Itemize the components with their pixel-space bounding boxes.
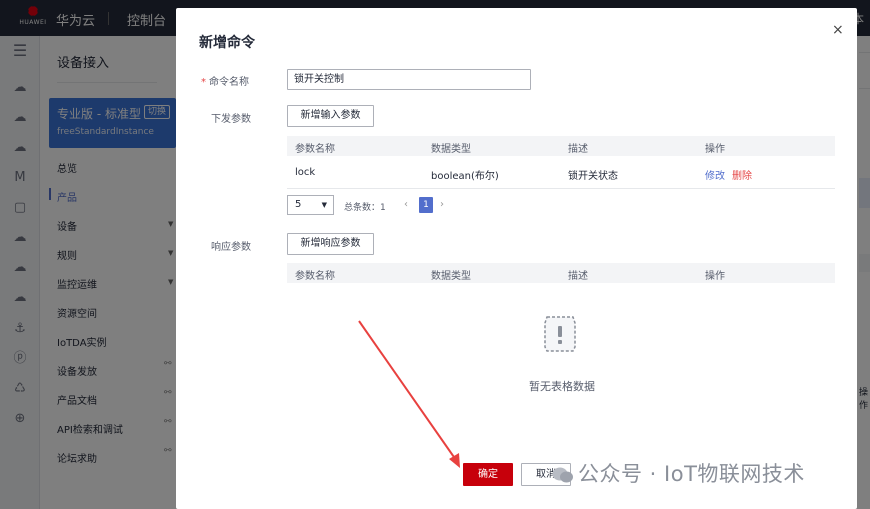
- column-header: 描述: [568, 271, 588, 282]
- data-type-cell: boolean(布尔): [431, 171, 499, 182]
- param-name-cell: lock: [295, 167, 316, 178]
- response-params-table: 参数名称 数据类型 描述 操作: [287, 263, 835, 283]
- column-header: 操作: [705, 144, 725, 155]
- add-command-dialog: 新增命令 × * 命令名称 锁开关控制 下发参数 新增输入参数 参数名称 数据类型…: [176, 8, 857, 509]
- row-divider: [287, 188, 835, 189]
- chevron-down-icon: ▼: [321, 201, 327, 209]
- dialog-title: 新增命令: [199, 35, 255, 51]
- column-header: 描述: [568, 144, 588, 155]
- wechat-icon: [552, 467, 573, 483]
- current-page-button[interactable]: 1: [419, 197, 433, 213]
- description-cell: 锁开关状态: [568, 171, 618, 182]
- add-response-param-button[interactable]: 新增响应参数: [287, 233, 374, 255]
- response-params-label: 响应参数: [211, 242, 251, 253]
- add-input-param-button[interactable]: 新增输入参数: [287, 105, 374, 127]
- empty-state-text: 暂无表格数据: [529, 380, 595, 393]
- column-header: 操作: [705, 271, 725, 282]
- send-params-table: 参数名称 数据类型 描述 操作 lock boolean(布尔) 锁开关状态 修…: [287, 136, 835, 189]
- table-header: 参数名称 数据类型 描述 操作: [287, 136, 835, 156]
- page-size-value: 5: [295, 199, 302, 210]
- label-text: 命令名称: [209, 77, 249, 88]
- column-header: 数据类型: [431, 271, 471, 282]
- empty-data-icon: [544, 316, 576, 352]
- command-name-label: * 命令名称: [201, 73, 249, 88]
- command-name-input[interactable]: 锁开关控制: [287, 69, 531, 90]
- column-header: 参数名称: [295, 271, 335, 282]
- delete-link[interactable]: 删除: [732, 167, 752, 182]
- next-page-button[interactable]: ›: [440, 199, 444, 210]
- table-header: 参数名称 数据类型 描述 操作: [287, 263, 835, 283]
- page-size-select[interactable]: 5 ▼: [287, 195, 334, 215]
- send-params-label: 下发参数: [211, 114, 251, 125]
- edit-link[interactable]: 修改: [705, 167, 725, 182]
- prev-page-button[interactable]: ‹: [404, 199, 408, 210]
- total-count: 总条数：1: [344, 203, 386, 213]
- column-header: 参数名称: [295, 144, 335, 155]
- watermark-text: 公众号 · IoT物联网技术: [578, 462, 805, 486]
- required-mark: *: [201, 77, 206, 88]
- confirm-button[interactable]: 确定: [463, 463, 513, 486]
- close-icon[interactable]: ×: [832, 22, 844, 38]
- column-header: 数据类型: [431, 144, 471, 155]
